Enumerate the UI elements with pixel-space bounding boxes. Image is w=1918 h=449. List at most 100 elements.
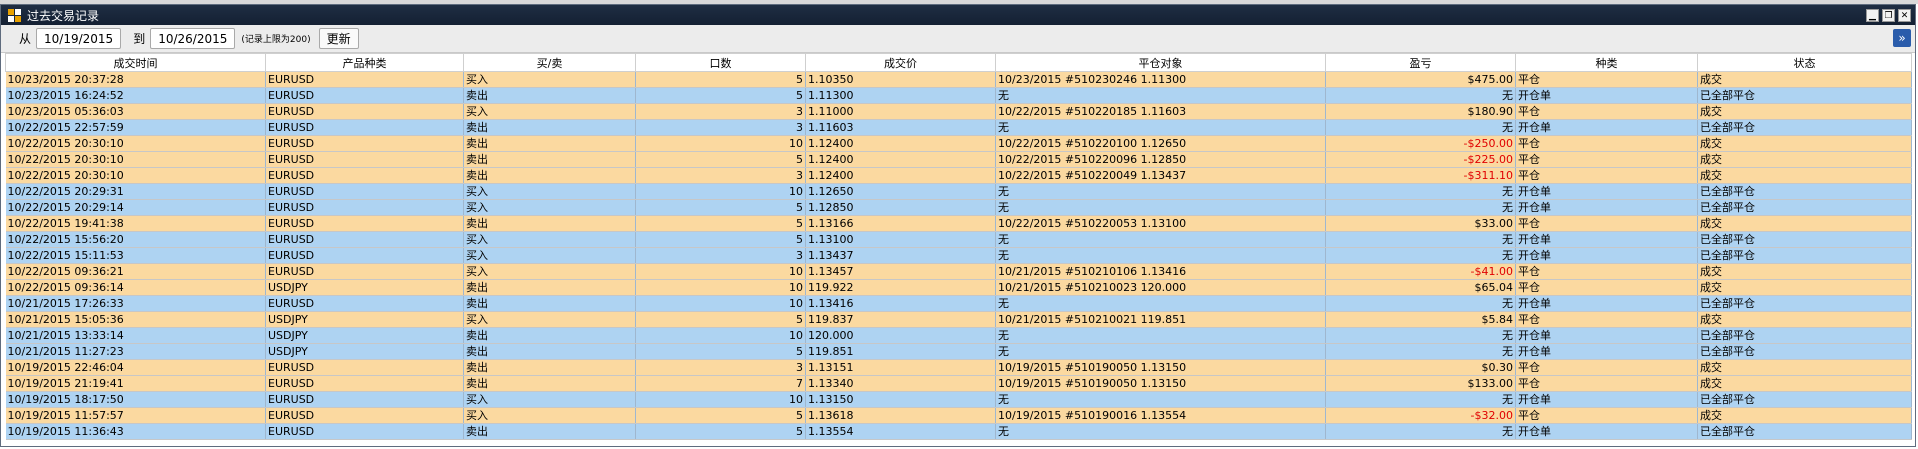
minimize-icon[interactable]: ▁ xyxy=(1866,8,1879,22)
table-row[interactable]: 10/22/2015 20:29:14 EURUSD 买入 5 1.12850 无无开仓单… xyxy=(5,199,1912,216)
table-row[interactable]: 10/22/2015 22:57:59 EURUSD 卖出 3 1.11603 无无开仓单… xyxy=(5,119,1912,136)
table-row[interactable]: 10/21/2015 13:33:14 USDJPY 卖出 10 120.000 无无开仓… xyxy=(5,327,1912,344)
cell-status: 已全部平仓 xyxy=(1697,391,1912,408)
cell-price: 1.10350 xyxy=(805,71,996,88)
cell-close-target: 10/19/2015 #510190016 1.13554 xyxy=(995,407,1326,424)
close-icon[interactable]: ✕ xyxy=(1898,8,1911,22)
restore-icon[interactable]: ❐ xyxy=(1882,8,1895,22)
cell-status: 已全部平仓 xyxy=(1697,231,1912,248)
table-row[interactable]: 10/22/2015 15:11:53 EURUSD 买入 3 1.13437 无无开仓单… xyxy=(5,247,1912,264)
table-row[interactable]: 10/23/2015 16:24:52 EURUSD 卖出 5 1.11300 无无开仓单… xyxy=(5,87,1912,104)
cell-price: 1.13100 xyxy=(805,231,996,248)
cell-status: 已全部平仓 xyxy=(1697,199,1912,216)
cell-type: 开仓单 xyxy=(1515,183,1698,200)
cell-trade-time: 10/21/2015 17:26:33 xyxy=(5,295,266,312)
table-row[interactable]: 10/22/2015 15:56:20 EURUSD 买入 5 1.13100 无无开仓单… xyxy=(5,231,1912,248)
cell-pnl: 无 xyxy=(1325,87,1516,104)
table-row[interactable]: 10/19/2015 18:17:50 EURUSD 买入 10 1.13150 无无开仓… xyxy=(5,391,1912,408)
cell-price: 120.000 xyxy=(805,327,996,344)
header-symbol[interactable]: 产品种类 xyxy=(265,53,464,72)
header-lots[interactable]: 口数 xyxy=(635,53,806,72)
cell-status: 成交 xyxy=(1697,167,1912,184)
cell-pnl: -$41.00 xyxy=(1325,263,1516,280)
cell-trade-time: 10/21/2015 11:27:23 xyxy=(5,343,266,360)
window-controls: ▁ ❐ ✕ xyxy=(1866,8,1911,22)
cell-type: 开仓单 xyxy=(1515,87,1698,104)
cell-price: 1.11300 xyxy=(805,87,996,104)
table-row[interactable]: 10/22/2015 20:30:10 EURUSD 卖出 3 1.12400 10/22… xyxy=(5,167,1912,184)
cell-status: 成交 xyxy=(1697,71,1912,88)
header-close-target[interactable]: 平仓对象 xyxy=(995,53,1326,72)
cell-status: 成交 xyxy=(1697,215,1912,232)
table-row[interactable]: 10/19/2015 21:19:41 EURUSD 卖出 7 1.13340 10/19… xyxy=(5,375,1912,392)
table-row[interactable]: 10/22/2015 19:41:38 EURUSD 卖出 5 1.13166 10/22… xyxy=(5,215,1912,232)
refresh-button[interactable]: 更新 xyxy=(318,28,359,49)
cell-side: 卖出 xyxy=(463,423,636,440)
cell-symbol: EURUSD xyxy=(265,119,464,136)
cell-pnl: -$225.00 xyxy=(1325,151,1516,168)
cell-type: 开仓单 xyxy=(1515,295,1698,312)
table-row[interactable]: 10/19/2015 11:36:43 EURUSD 卖出 5 1.13554 无无开仓单… xyxy=(5,423,1912,440)
header-trade-time[interactable]: 成交时间 xyxy=(5,53,266,72)
cell-type: 平仓 xyxy=(1515,71,1698,88)
cell-price: 1.12400 xyxy=(805,135,996,152)
cell-type: 开仓单 xyxy=(1515,231,1698,248)
to-date-field[interactable]: 10/26/2015 xyxy=(150,28,236,49)
table-row[interactable]: 10/23/2015 20:37:28 EURUSD 买入 5 1.10350 10/23… xyxy=(5,71,1912,88)
header-pnl[interactable]: 盈亏 xyxy=(1325,53,1516,72)
cell-side: 买入 xyxy=(463,391,636,408)
cell-side: 卖出 xyxy=(463,135,636,152)
table-row[interactable]: 10/19/2015 11:57:57 EURUSD 买入 5 1.13618 10/19… xyxy=(5,407,1912,424)
cell-side: 卖出 xyxy=(463,295,636,312)
table-row[interactable]: 10/22/2015 09:36:14 USDJPY 卖出 10 119.922 10/2… xyxy=(5,279,1912,296)
table-row[interactable]: 10/21/2015 11:27:23 USDJPY 卖出 5 119.851 无无开仓单… xyxy=(5,343,1912,360)
cell-trade-time: 10/22/2015 20:30:10 xyxy=(5,135,266,152)
cell-status: 已全部平仓 xyxy=(1697,183,1912,200)
table-row[interactable]: 10/22/2015 09:36:21 EURUSD 买入 10 1.13457 10/2… xyxy=(5,263,1912,280)
table-row[interactable]: 10/19/2015 22:46:04 EURUSD 卖出 3 1.13151 10/19… xyxy=(5,359,1912,376)
cell-lots: 3 xyxy=(635,359,806,376)
cell-status: 已全部平仓 xyxy=(1697,119,1912,136)
cell-close-target: 无 xyxy=(995,199,1326,216)
table-row[interactable]: 10/22/2015 20:29:31 EURUSD 买入 10 1.12650 无无开仓… xyxy=(5,183,1912,200)
header-status[interactable]: 状态 xyxy=(1697,53,1912,72)
cell-close-target: 无 xyxy=(995,327,1326,344)
table-row[interactable]: 10/22/2015 20:30:10 EURUSD 卖出 5 1.12400 10/22… xyxy=(5,151,1912,168)
table-row[interactable]: 10/21/2015 17:26:33 EURUSD 卖出 10 1.13416 无无开仓… xyxy=(5,295,1912,312)
cell-type: 开仓单 xyxy=(1515,327,1698,344)
cell-side: 买入 xyxy=(463,311,636,328)
cell-side: 买入 xyxy=(463,247,636,264)
from-label: 从 xyxy=(19,32,32,46)
cell-side: 卖出 xyxy=(463,151,636,168)
cell-status: 成交 xyxy=(1697,407,1912,424)
cell-trade-time: 10/22/2015 22:57:59 xyxy=(5,119,266,136)
header-type[interactable]: 种类 xyxy=(1515,53,1698,72)
cell-lots: 10 xyxy=(635,183,806,200)
cell-trade-time: 10/22/2015 19:41:38 xyxy=(5,215,266,232)
cell-trade-time: 10/19/2015 11:36:43 xyxy=(5,423,266,440)
cell-symbol: EURUSD xyxy=(265,151,464,168)
cell-type: 平仓 xyxy=(1515,263,1698,280)
table-row[interactable]: 10/21/2015 15:05:36 USDJPY 买入 5 119.837 10/21… xyxy=(5,311,1912,328)
cell-lots: 5 xyxy=(635,71,806,88)
cell-side: 买入 xyxy=(463,407,636,424)
cell-type: 平仓 xyxy=(1515,215,1698,232)
cell-trade-time: 10/21/2015 13:33:14 xyxy=(5,327,266,344)
cell-price: 1.12850 xyxy=(805,199,996,216)
cell-symbol: EURUSD xyxy=(265,423,464,440)
cell-close-target: 10/21/2015 #510210106 1.13416 xyxy=(995,263,1326,280)
cell-type: 平仓 xyxy=(1515,167,1698,184)
cell-symbol: EURUSD xyxy=(265,231,464,248)
cell-status: 已全部平仓 xyxy=(1697,327,1912,344)
title-bar[interactable]: 过去交易记录 ▁ ❐ ✕ xyxy=(1,5,1915,25)
from-date-field[interactable]: 10/19/2015 xyxy=(36,28,122,49)
header-price[interactable]: 成交价 xyxy=(805,53,996,72)
double-chevron-right-icon[interactable]: » xyxy=(1893,29,1911,47)
cell-symbol: EURUSD xyxy=(265,135,464,152)
table-row[interactable]: 10/23/2015 05:36:03 EURUSD 买入 3 1.11000 10/22… xyxy=(5,103,1912,120)
app-logo-icon xyxy=(7,8,21,22)
header-side[interactable]: 买/卖 xyxy=(463,53,636,72)
cell-pnl: 无 xyxy=(1325,247,1516,264)
cell-pnl: 无 xyxy=(1325,199,1516,216)
table-row[interactable]: 10/22/2015 20:30:10 EURUSD 卖出 10 1.12400 10/2… xyxy=(5,135,1912,152)
